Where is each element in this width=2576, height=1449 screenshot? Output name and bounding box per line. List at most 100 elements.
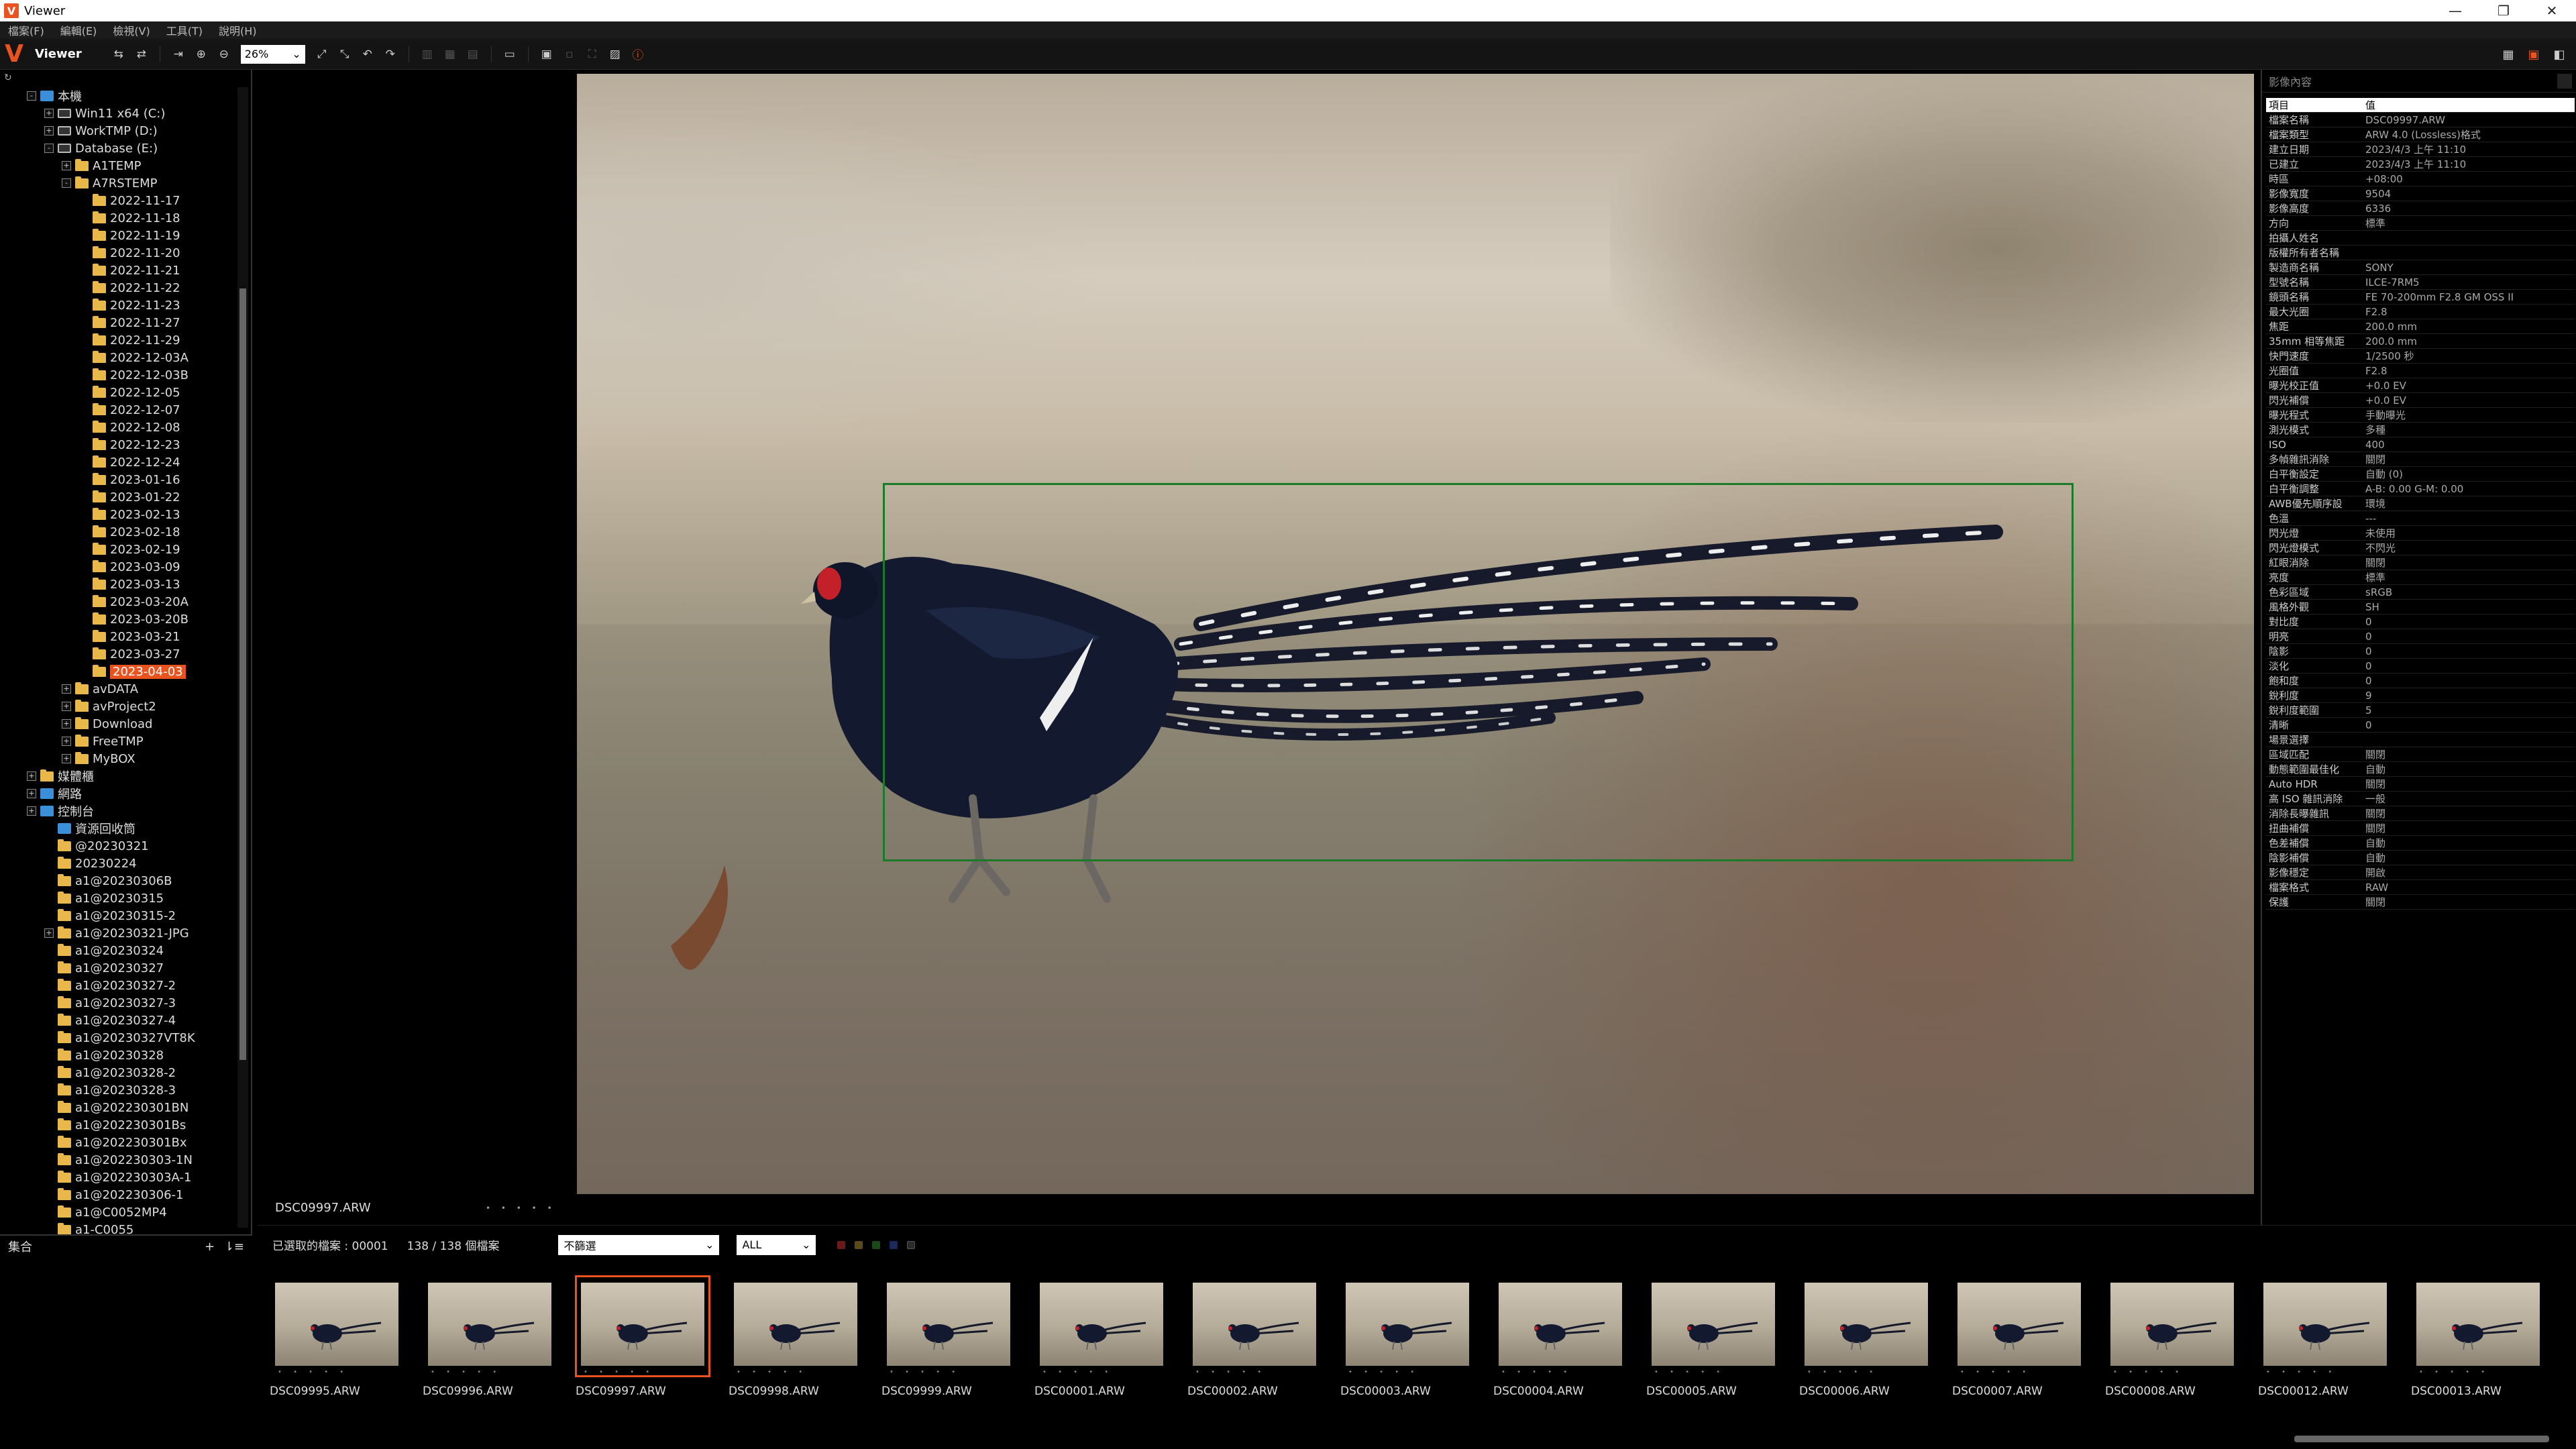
tree-item[interactable]: 2023-01-22 (0, 488, 239, 506)
tree-item[interactable]: 2022-11-27 (0, 314, 239, 331)
purple-label-toggle[interactable] (907, 1240, 916, 1249)
tree-item[interactable]: 2023-03-09 (0, 558, 239, 576)
tree-item[interactable]: 2023-02-13 (0, 506, 239, 523)
tree-item[interactable]: a1@202230303A-1 (0, 1169, 239, 1186)
af-point-icon[interactable]: ▣ (538, 46, 555, 63)
thumbnail-rating[interactable]: • • • • • (2113, 1368, 2184, 1376)
tree-item[interactable]: 2022-11-23 (0, 297, 239, 314)
expand-icon[interactable]: + (62, 684, 71, 694)
tree-item[interactable]: a1@20230327-4 (0, 1012, 239, 1029)
thumbnail-item[interactable]: • • • • • DSC00004.ARW (1493, 1276, 1627, 1410)
thumbnail-rating[interactable]: • • • • • (278, 1368, 348, 1376)
thumbnail-item[interactable]: • • • • • DSC09995.ARW (270, 1276, 404, 1410)
menu-view[interactable]: 檢視(V) (105, 22, 158, 38)
thumbnail-rating[interactable]: • • • • • (431, 1368, 501, 1376)
thumbnail-image[interactable] (2263, 1283, 2387, 1366)
grid-icon[interactable]: ▫ (561, 46, 578, 63)
compare-2-icon[interactable]: ▥ (419, 46, 436, 63)
tree-item[interactable]: + WorkTMP (D:) (0, 122, 239, 140)
rating-dots[interactable]: • • • • • (486, 1203, 556, 1213)
tree-item[interactable]: + avProject2 (0, 698, 239, 715)
thumbnail-rating[interactable]: • • • • • (1501, 1368, 1572, 1376)
strip-scrollbar[interactable] (2294, 1436, 2549, 1442)
fullscreen-icon[interactable]: ⛶ (584, 46, 601, 63)
tree-item[interactable]: + 網路 (0, 785, 239, 802)
tree-item[interactable]: 2022-11-17 (0, 192, 239, 209)
thumbnail-item[interactable]: • • • • • DSC00002.ARW (1187, 1276, 1322, 1410)
expand-icon[interactable]: + (44, 126, 54, 136)
thumbnail-image[interactable] (428, 1283, 551, 1366)
tree-item[interactable]: @20230321 (0, 837, 239, 855)
refresh-icon[interactable]: ↻ (4, 72, 12, 83)
mode-label[interactable]: Viewer (35, 47, 82, 61)
close-button[interactable]: ✕ (2528, 0, 2576, 21)
tree-item[interactable]: a1@202230301Bs (0, 1116, 239, 1134)
expand-icon[interactable]: + (44, 109, 54, 118)
tree-item[interactable]: a1@20230315 (0, 890, 239, 907)
tree-item[interactable]: 資源回收筒 (0, 820, 239, 837)
tree-item[interactable]: 2023-03-27 (0, 645, 239, 663)
actual-size-icon[interactable]: ⤡ (336, 46, 354, 63)
zoom-in-icon[interactable]: ⊕ (193, 46, 210, 63)
export-icon[interactable]: ⇥ (170, 46, 187, 63)
yellow-label-toggle[interactable] (855, 1240, 863, 1249)
tree-item[interactable]: a1@20230324 (0, 942, 239, 959)
tree-item[interactable]: 2022-12-03B (0, 366, 239, 384)
expand-icon[interactable]: + (62, 737, 71, 746)
thumbnail-image[interactable] (1652, 1283, 1775, 1366)
tree-scrollbar-thumb[interactable] (239, 288, 246, 1060)
tree-item[interactable]: 2022-11-21 (0, 262, 239, 279)
thumbnail-image[interactable] (2416, 1283, 2540, 1366)
tree-item[interactable]: a1@202230301Bx (0, 1134, 239, 1151)
tree-item[interactable]: a1@20230327 (0, 959, 239, 977)
thumbnail-image[interactable] (1957, 1283, 2081, 1366)
tree-item[interactable]: 2023-03-13 (0, 576, 239, 593)
tree-item[interactable]: + 控制台 (0, 802, 239, 820)
tree-item[interactable]: 2022-12-23 (0, 436, 239, 453)
tree-item[interactable]: 2022-12-24 (0, 453, 239, 471)
expand-icon[interactable]: + (62, 161, 71, 170)
blue-label-toggle[interactable] (890, 1240, 898, 1249)
thumbnail-item[interactable]: • • • • • DSC00005.ARW (1646, 1276, 1780, 1410)
menu-tools[interactable]: 工具(T) (158, 22, 211, 38)
tree-item[interactable]: a1@20230306B (0, 872, 239, 890)
tree-item[interactable]: 2022-12-07 (0, 401, 239, 419)
thumbnail-rating[interactable]: • • • • • (1348, 1368, 1419, 1376)
menu-file[interactable]: 檔案(F) (0, 22, 52, 38)
expand-icon[interactable]: + (62, 719, 71, 729)
thumbnail-item[interactable]: • • • • • DSC00013.ARW (2411, 1276, 2545, 1410)
tree-item[interactable]: 2023-03-20A (0, 593, 239, 610)
minimize-button[interactable]: — (2431, 0, 2479, 21)
thumbnail-item[interactable]: • • • • • DSC00012.ARW (2258, 1276, 2392, 1410)
tree-item[interactable]: 2022-12-03A (0, 349, 239, 366)
info-icon[interactable]: ⓘ (629, 46, 647, 63)
thumbnail-image[interactable] (1040, 1283, 1163, 1366)
thumbnail-image[interactable] (887, 1283, 1010, 1366)
tree-item[interactable]: + A1TEMP (0, 157, 239, 174)
compare-4-icon[interactable]: ▤ (464, 46, 482, 63)
tree-item[interactable]: a1@20230327-2 (0, 977, 239, 994)
tree-item[interactable]: 2022-12-05 (0, 384, 239, 401)
expand-icon[interactable]: + (27, 806, 36, 816)
tree-item[interactable]: + a1@20230321-JPG (0, 924, 239, 942)
grid-view-icon[interactable]: ▦ (2498, 44, 2518, 64)
rotate-left-icon[interactable]: ↶ (359, 46, 376, 63)
thumbnail-rating[interactable]: • • • • • (1042, 1368, 1113, 1376)
tree-item[interactable]: 2022-11-29 (0, 331, 239, 349)
expand-icon[interactable]: + (44, 928, 54, 938)
thumbnail-item[interactable]: • • • • • DSC00007.ARW (1952, 1276, 2086, 1410)
tree-item[interactable]: a1@20230328-2 (0, 1064, 239, 1081)
tree-item[interactable]: 2023-04-03 (0, 663, 239, 680)
tree-item[interactable]: 2022-11-19 (0, 227, 239, 244)
tree-item[interactable]: 2022-11-20 (0, 244, 239, 262)
thumbnail-rating[interactable]: • • • • • (584, 1368, 654, 1376)
split-view-icon[interactable]: ◧ (2549, 44, 2569, 64)
thumbnail-rating[interactable]: • • • • • (890, 1368, 960, 1376)
tree-item[interactable]: 2023-03-20B (0, 610, 239, 628)
tree-item[interactable]: a1@202230306-1 (0, 1186, 239, 1203)
tree-item[interactable]: a1@20230327VT8K (0, 1029, 239, 1046)
tree-item[interactable]: + avDATA (0, 680, 239, 698)
tree-item[interactable]: + Download (0, 715, 239, 733)
tree-item[interactable]: a1@C0052MP4 (0, 1203, 239, 1221)
thumbnail-image[interactable] (1346, 1283, 1469, 1366)
